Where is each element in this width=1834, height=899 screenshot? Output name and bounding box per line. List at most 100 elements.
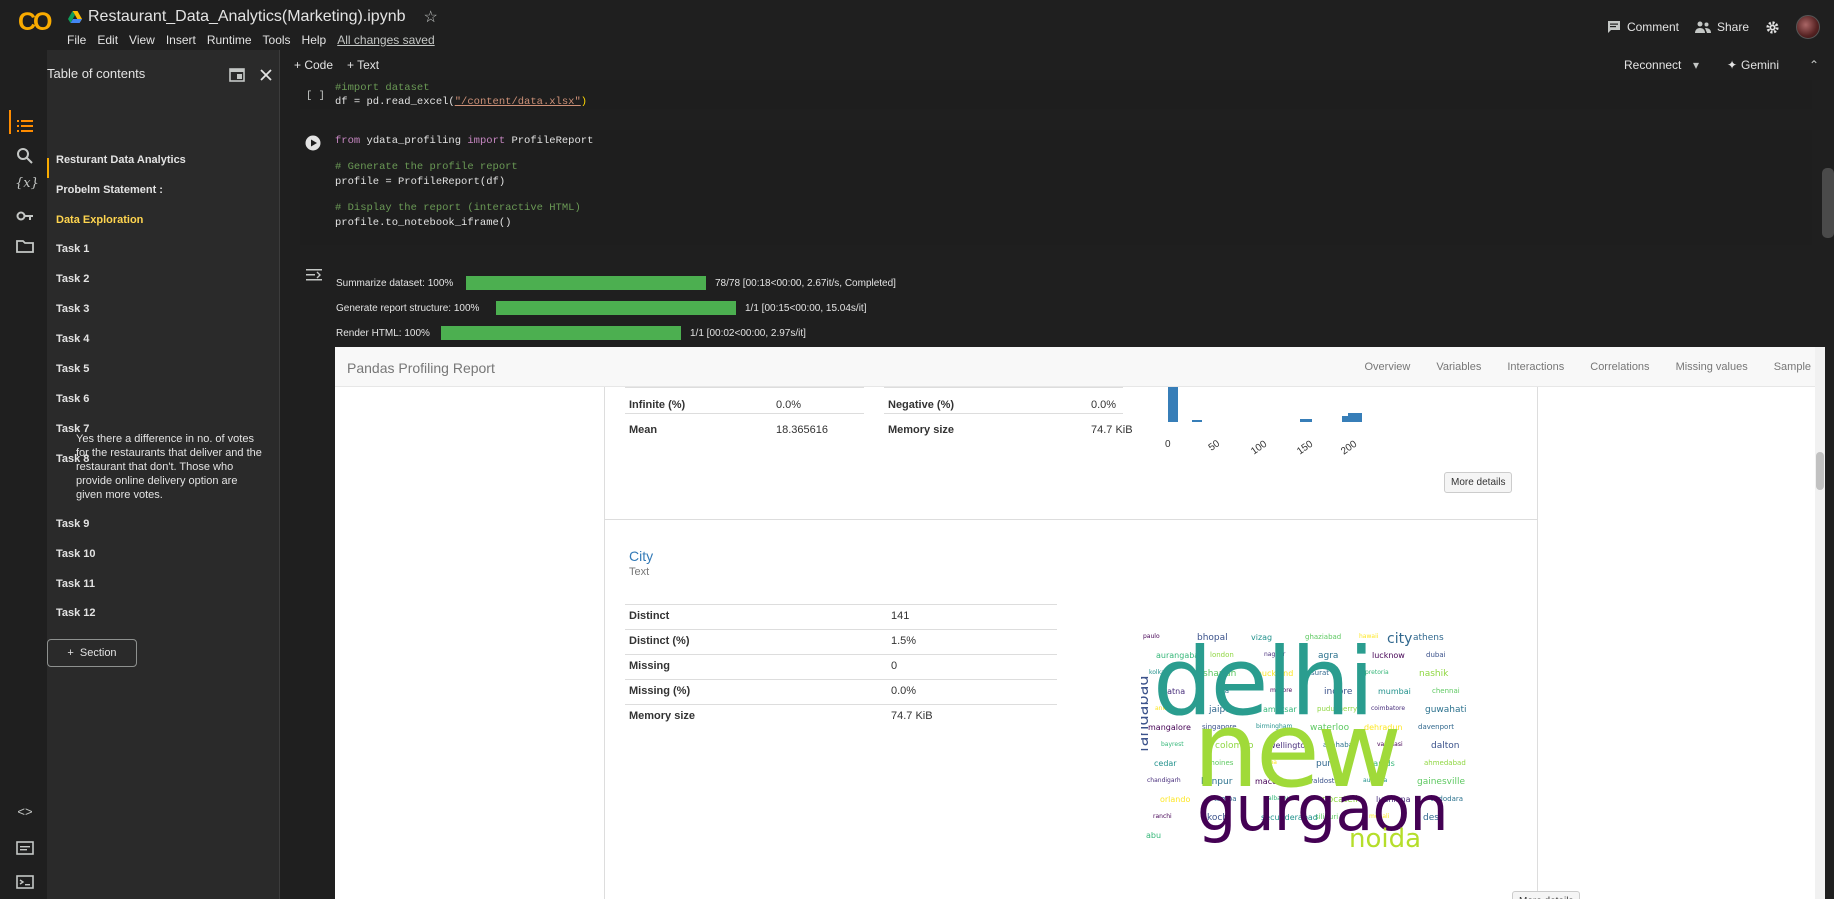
run-cell-icon[interactable]	[305, 135, 321, 151]
add-text-button[interactable]: + Text	[347, 58, 379, 72]
row-divider	[625, 629, 1057, 630]
gemini-button[interactable]: Gemini	[1741, 58, 1779, 72]
word: lucknow	[1372, 651, 1405, 660]
toc-item-task9[interactable]: Task 9	[56, 518, 89, 530]
code-line: # Generate the profile report	[335, 161, 518, 173]
report-brand[interactable]: Pandas Profiling Report	[347, 360, 495, 376]
toc-item-analytics[interactable]: Resturant Data Analytics	[56, 154, 186, 166]
share-button[interactable]: Share	[1694, 20, 1749, 34]
add-code-button[interactable]: + Code	[294, 58, 333, 72]
numeric-variable-panel: Infinite (%) 0.0% Mean 18.365616 Negativ…	[604, 387, 1538, 520]
toc-item-task4[interactable]: Task 4	[56, 333, 89, 345]
word: ranchi	[1153, 813, 1172, 820]
row-divider	[625, 387, 864, 388]
menu-tools[interactable]: Tools	[263, 33, 291, 47]
more-details-button-partial[interactable]: More details	[1512, 891, 1581, 899]
code-line: profile = ProfileReport(df)	[335, 176, 505, 188]
menu-insert[interactable]: Insert	[166, 33, 196, 47]
cell-toolbar: + Code + Text Reconnect ▾ ✦ Gemini ⌃	[281, 50, 1834, 80]
code-cell-2[interactable]: from ydata_profiling import ProfileRepor…	[300, 130, 1812, 245]
toc-item-problem[interactable]: Probelm Statement :	[56, 184, 163, 196]
code-line: from ydata_profiling import ProfileRepor…	[335, 135, 593, 147]
chevron-down-icon[interactable]: ▾	[1693, 58, 1699, 72]
menu-edit[interactable]: Edit	[97, 33, 118, 47]
report-scroll-thumb[interactable]	[1816, 452, 1824, 490]
toc-item-task8-desc[interactable]: Yes there a difference in no. of votes f…	[76, 432, 266, 502]
command-palette-icon[interactable]	[15, 838, 35, 858]
profile-report-iframe[interactable]: Pandas Profiling Report Overview Variabl…	[335, 347, 1825, 899]
colab-logo[interactable]: CO	[18, 8, 54, 36]
chevron-up-icon[interactable]: ⌃	[1809, 58, 1819, 72]
word: bayrest	[1161, 741, 1184, 748]
variables-icon[interactable]: {x}	[15, 176, 39, 196]
add-section-button[interactable]: + Section	[47, 639, 137, 667]
run-status[interactable]: [ ]	[306, 90, 325, 102]
toc-item-task6[interactable]: Task 6	[56, 393, 89, 405]
code-cell-1[interactable]: [ ] #import dataset df = pd.read_excel("…	[300, 80, 1812, 109]
histogram-bar	[1342, 416, 1348, 422]
toc-title: Table of contents	[47, 66, 146, 81]
avatar[interactable]	[1796, 15, 1820, 39]
stat-value: 0	[891, 660, 898, 672]
toc-active-indicator	[47, 158, 49, 178]
comment-button[interactable]: Comment	[1607, 20, 1679, 34]
nav-variables[interactable]: Variables	[1436, 361, 1481, 373]
stat-label: Memory size	[888, 424, 955, 436]
folder-icon[interactable]	[15, 236, 35, 256]
word: city	[1387, 632, 1413, 647]
search-icon[interactable]	[15, 146, 35, 166]
star-icon[interactable]: ☆	[423, 7, 437, 27]
comment-label: Comment	[1626, 20, 1679, 34]
word: davenport	[1418, 723, 1454, 731]
toc-item-exploration[interactable]: Data Exploration	[56, 214, 143, 226]
share-label: Share	[1716, 20, 1749, 34]
toc-item-task11[interactable]: Task 11	[56, 578, 95, 590]
menu-file[interactable]: File	[67, 33, 86, 47]
open-in-tab-icon[interactable]	[229, 68, 245, 82]
toc-item-task2[interactable]: Task 2	[56, 273, 89, 285]
stat-label: Distinct (%)	[629, 635, 690, 647]
menu-runtime[interactable]: Runtime	[207, 33, 252, 47]
word: ahmedabad	[1424, 759, 1466, 767]
stat-label: Memory size	[629, 710, 696, 722]
nav-missing-values[interactable]: Missing values	[1676, 361, 1748, 373]
output-toggle-icon[interactable]	[306, 268, 322, 282]
menu-view[interactable]: View	[129, 33, 155, 47]
gemini-icon[interactable]: ✦	[1727, 58, 1737, 72]
terminal-icon[interactable]	[15, 872, 35, 892]
toc-item-task5[interactable]: Task 5	[56, 363, 89, 375]
code-line: profile.to_notebook_iframe()	[335, 217, 511, 229]
key-icon[interactable]	[15, 206, 35, 226]
stat-value: 0.0%	[891, 685, 917, 697]
notebook-scrollbar[interactable]	[1822, 168, 1834, 238]
toc-item-task3[interactable]: Task 3	[56, 303, 89, 315]
code-line: #import dataset	[335, 82, 430, 94]
row-divider	[625, 413, 864, 414]
code-snippets-icon[interactable]: <>	[15, 804, 35, 824]
code-text: ProfileReport	[505, 135, 594, 147]
word: nashik	[1419, 669, 1449, 679]
more-details-button[interactable]: More details	[1444, 472, 1513, 493]
code-comment: #import dataset	[335, 82, 430, 94]
variable-title[interactable]: City	[629, 548, 653, 564]
table-of-contents-icon[interactable]	[15, 116, 35, 136]
toc-item-task10[interactable]: Task 10	[56, 548, 96, 560]
word: dalton	[1431, 741, 1460, 751]
gear-icon[interactable]	[1765, 20, 1780, 35]
menu-help[interactable]: Help	[302, 33, 327, 47]
reconnect-button[interactable]: Reconnect	[1624, 58, 1681, 72]
rail-active-indicator	[9, 110, 11, 134]
close-icon[interactable]	[259, 68, 273, 82]
nav-overview[interactable]: Overview	[1364, 361, 1410, 373]
nav-interactions[interactable]: Interactions	[1507, 361, 1564, 373]
report-scrollbar[interactable]	[1815, 347, 1825, 899]
notebook-title[interactable]: Restaurant_Data_Analytics(Marketing).ipy…	[88, 8, 405, 26]
word: orlando	[1160, 795, 1191, 804]
nav-correlations[interactable]: Correlations	[1590, 361, 1649, 373]
nav-sample[interactable]: Sample	[1774, 361, 1811, 373]
table-of-contents-panel: Table of contents Resturant Data Analyti…	[47, 50, 280, 899]
menu-bar: File Edit View Insert Runtime Tools Help…	[67, 33, 446, 47]
toc-item-task1[interactable]: Task 1	[56, 243, 89, 255]
saved-status[interactable]: All changes saved	[337, 33, 434, 47]
toc-item-task12[interactable]: Task 12	[56, 607, 96, 619]
